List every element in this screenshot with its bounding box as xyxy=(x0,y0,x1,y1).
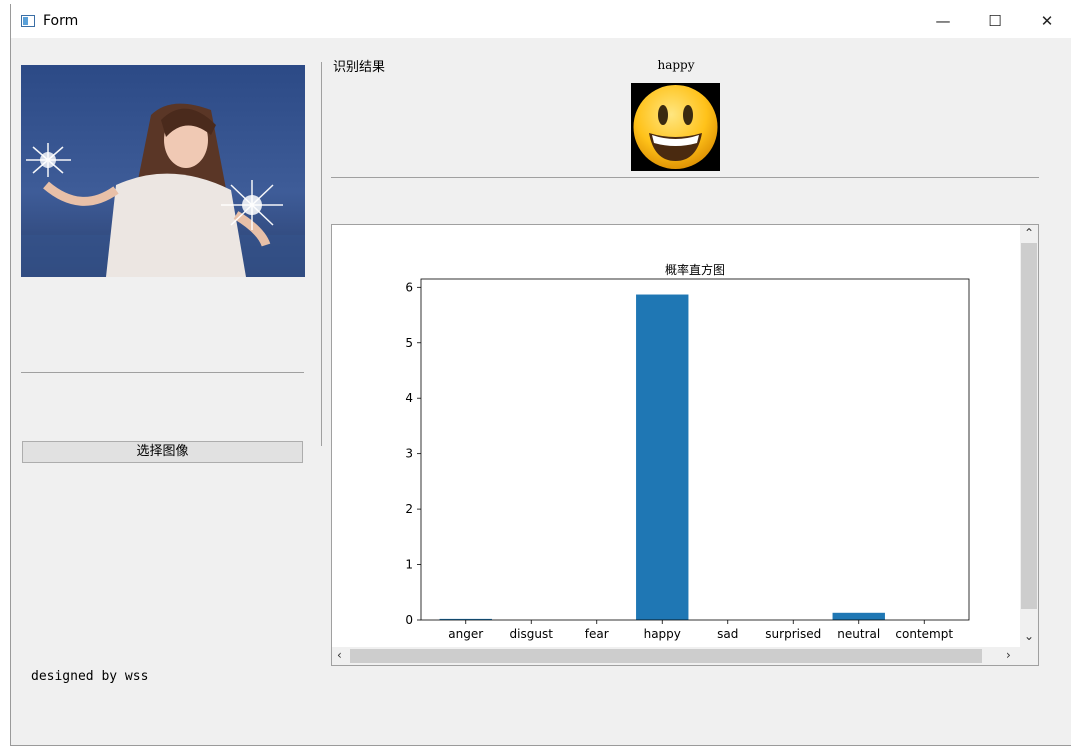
maximize-button[interactable]: ☐ xyxy=(972,4,1018,38)
form-window: Form — ☐ ✕ 选择图像 designed by wss 识别结果 hap… xyxy=(10,4,1071,746)
x-tick-label-anger: anger xyxy=(448,627,483,641)
recognition-result-label: 识别结果 xyxy=(333,60,386,75)
x-tick-label-neutral: neutral xyxy=(837,627,880,641)
window-title: Form xyxy=(43,13,79,29)
maximize-icon: ☐ xyxy=(988,12,1002,30)
vertical-scrollbar[interactable]: ⌃ ⌄ xyxy=(1020,225,1038,649)
bar-neutral xyxy=(832,612,885,620)
y-tick-label-4: 4 xyxy=(405,391,413,405)
scroll-right-icon[interactable]: › xyxy=(1006,648,1011,662)
x-tick-label-sad: sad xyxy=(717,627,738,641)
select-image-button[interactable]: 选择图像 xyxy=(22,441,303,463)
title-bar[interactable]: Form — ☐ ✕ xyxy=(11,4,1071,38)
emotion-label: happy xyxy=(657,58,695,72)
chart-title: 概率直方图 xyxy=(665,262,725,277)
y-tick-label-6: 6 xyxy=(405,280,413,294)
y-tick-label-0: 0 xyxy=(405,613,413,627)
panel-divider xyxy=(321,62,322,446)
bar-happy xyxy=(636,294,689,620)
minimize-icon: — xyxy=(935,12,951,30)
y-tick-label-3: 3 xyxy=(405,447,413,461)
scroll-down-icon[interactable]: ⌄ xyxy=(1024,629,1034,643)
minimize-button[interactable]: — xyxy=(920,4,966,38)
y-tick-label-2: 2 xyxy=(405,502,413,516)
result-divider xyxy=(331,177,1039,178)
chart-scroll-area[interactable]: 概率直方图 anger disgust fear happy sad surprised ne… xyxy=(331,224,1039,666)
plot-frame xyxy=(420,278,970,621)
designed-by-label: designed by wss xyxy=(31,669,149,684)
scroll-left-icon[interactable]: ‹ xyxy=(337,648,342,662)
app-window-icon xyxy=(21,15,35,27)
scroll-corner xyxy=(1020,647,1038,665)
x-tick-label-disgust: disgust xyxy=(510,627,554,641)
left-divider xyxy=(21,372,304,373)
vertical-scroll-thumb[interactable] xyxy=(1021,243,1037,609)
y-tick-label-1: 1 xyxy=(405,558,413,572)
horizontal-scroll-thumb[interactable] xyxy=(350,649,982,663)
x-tick-label-happy: happy xyxy=(644,627,681,641)
close-button[interactable]: ✕ xyxy=(1024,4,1070,38)
x-tick-label-fear: fear xyxy=(585,627,609,641)
scroll-up-icon[interactable]: ⌃ xyxy=(1024,226,1034,240)
close-icon: ✕ xyxy=(1040,12,1054,30)
happy-emoji-icon xyxy=(631,83,720,171)
probability-histogram: 概率直方图 anger disgust fear happy sad surprised ne… xyxy=(405,262,970,641)
input-photo xyxy=(21,65,305,277)
horizontal-scrollbar[interactable]: ‹ › xyxy=(332,647,1020,665)
x-tick-label-contempt: contempt xyxy=(895,627,953,641)
y-tick-label-5: 5 xyxy=(405,336,413,350)
x-tick-label-surprised: surprised xyxy=(765,627,821,641)
